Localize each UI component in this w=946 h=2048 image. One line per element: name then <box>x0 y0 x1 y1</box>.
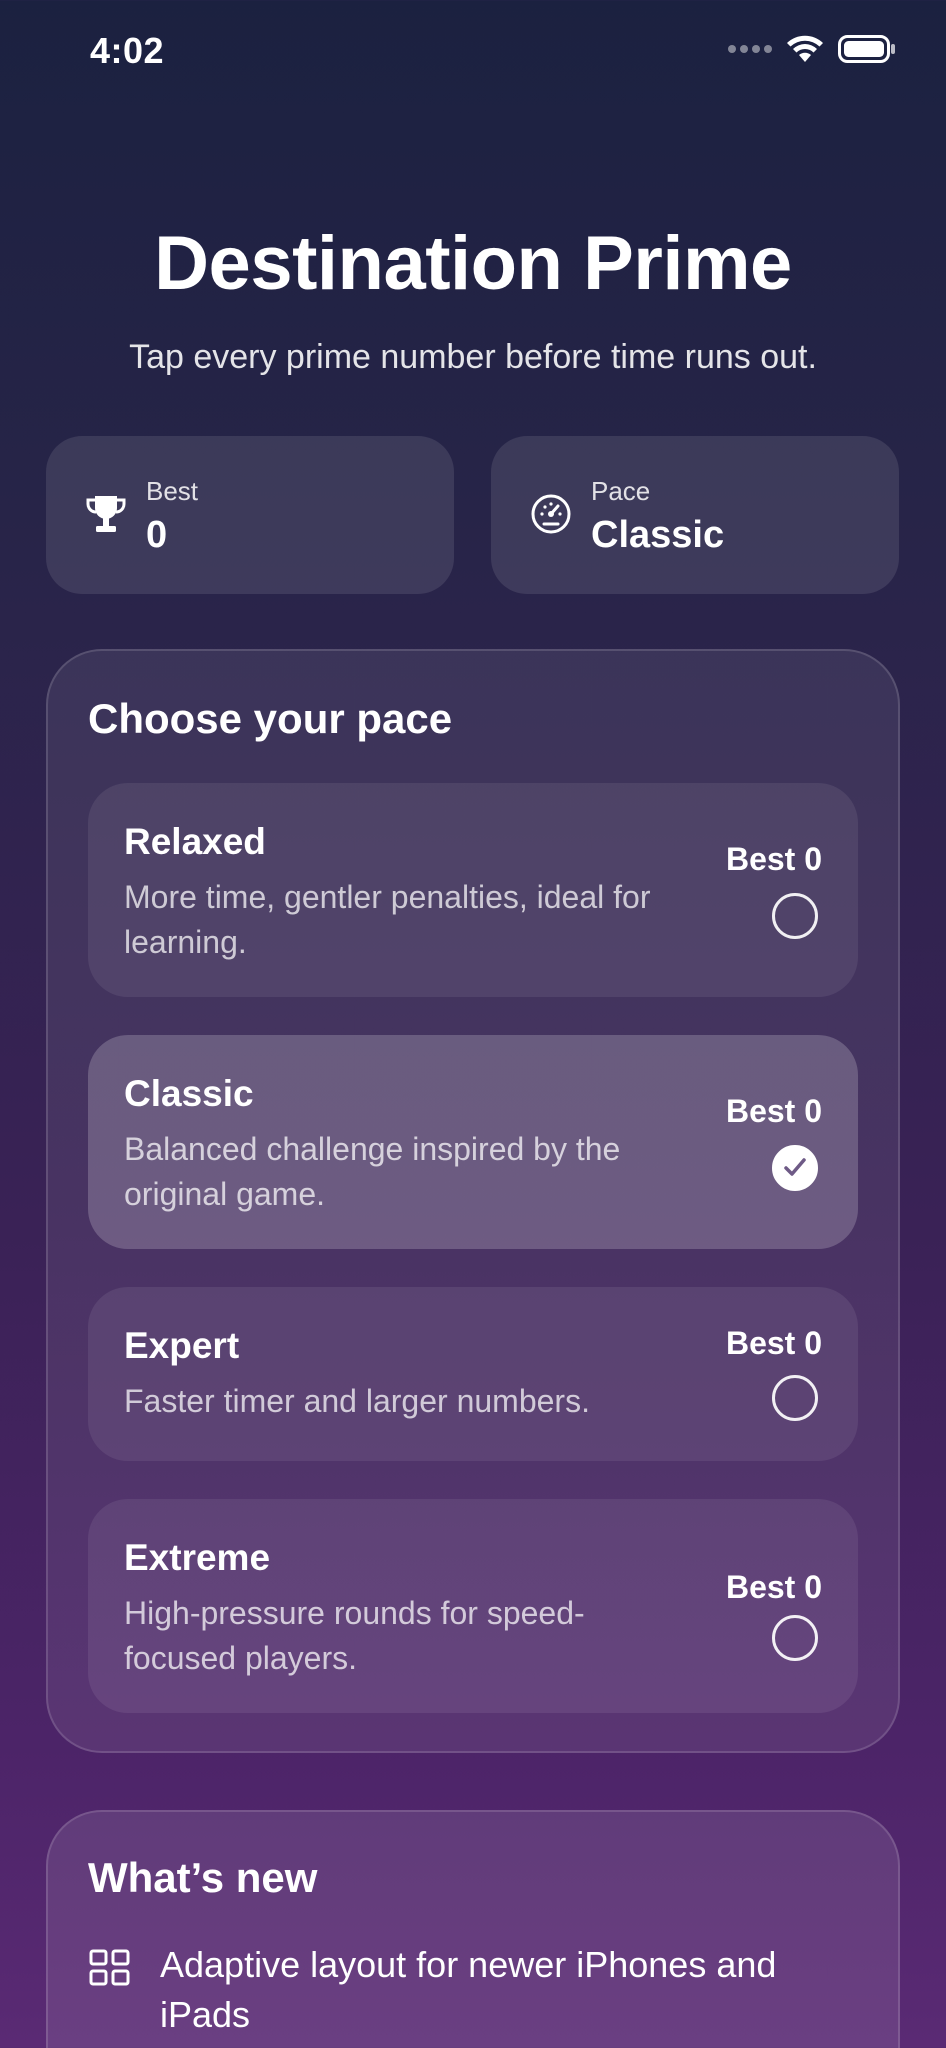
speedometer-icon <box>529 492 573 536</box>
status-icons <box>728 34 896 64</box>
wifi-icon <box>786 34 824 64</box>
radio-unselected-icon[interactable] <box>772 1375 818 1421</box>
option-best: Best 0 <box>725 1569 822 1605</box>
option-description: More time, gentler penalties, ideal for … <box>124 879 651 960</box>
option-description: Balanced challenge inspired by the origi… <box>124 1131 621 1212</box>
whats-new-item-text: Adaptive layout for newer iPhones and iP… <box>160 1944 777 2035</box>
option-best: Best 0 <box>725 841 822 877</box>
best-value: 0 <box>146 514 168 556</box>
pace-option-relaxed[interactable]: Relaxed More time, gentler penalties, id… <box>88 783 858 997</box>
pace-option-expert[interactable]: Expert Faster timer and larger numbers. … <box>88 1287 858 1461</box>
option-name: Expert <box>124 1325 240 1366</box>
whats-new-panel: What’s new Adaptive layout for newer iPh… <box>46 1810 900 2048</box>
best-score-card: Best 0 <box>46 436 454 594</box>
signal-dots-icon <box>728 45 772 53</box>
best-label: Best <box>146 476 199 506</box>
pace-chooser-panel: Choose your pace Relaxed More time, gent… <box>46 649 900 1753</box>
pace-option-classic[interactable]: Classic Balanced challenge inspired by t… <box>88 1035 858 1249</box>
pace-value: Classic <box>591 514 725 556</box>
status-time: 4:02 <box>90 30 165 71</box>
pace-card: Pace Classic <box>491 436 899 594</box>
option-best: Best 0 <box>725 1325 822 1361</box>
page-subtitle: Tap every prime number before time runs … <box>129 338 817 376</box>
option-name: Extreme <box>124 1537 271 1578</box>
whats-new-title: What’s new <box>88 1854 318 1901</box>
trophy-icon <box>84 492 128 536</box>
pace-option-extreme[interactable]: Extreme High-pressure rounds for speed-f… <box>88 1499 858 1713</box>
status-bar: 4:02 <box>0 0 946 110</box>
pace-chooser-title: Choose your pace <box>88 695 453 742</box>
page-title: Destination Prime <box>154 221 792 306</box>
radio-unselected-icon[interactable] <box>772 893 818 939</box>
battery-icon <box>838 34 896 64</box>
option-description: High-pressure rounds for speed-focused p… <box>124 1595 585 1676</box>
pace-label: Pace <box>591 476 651 506</box>
option-name: Relaxed <box>124 821 266 862</box>
option-best: Best 0 <box>725 1093 822 1129</box>
option-description: Faster timer and larger numbers. <box>124 1383 590 1419</box>
radio-unselected-icon[interactable] <box>772 1615 818 1661</box>
grid-icon <box>88 1946 132 1990</box>
checkmark-selected-icon[interactable] <box>772 1145 818 1191</box>
option-name: Classic <box>124 1073 254 1114</box>
